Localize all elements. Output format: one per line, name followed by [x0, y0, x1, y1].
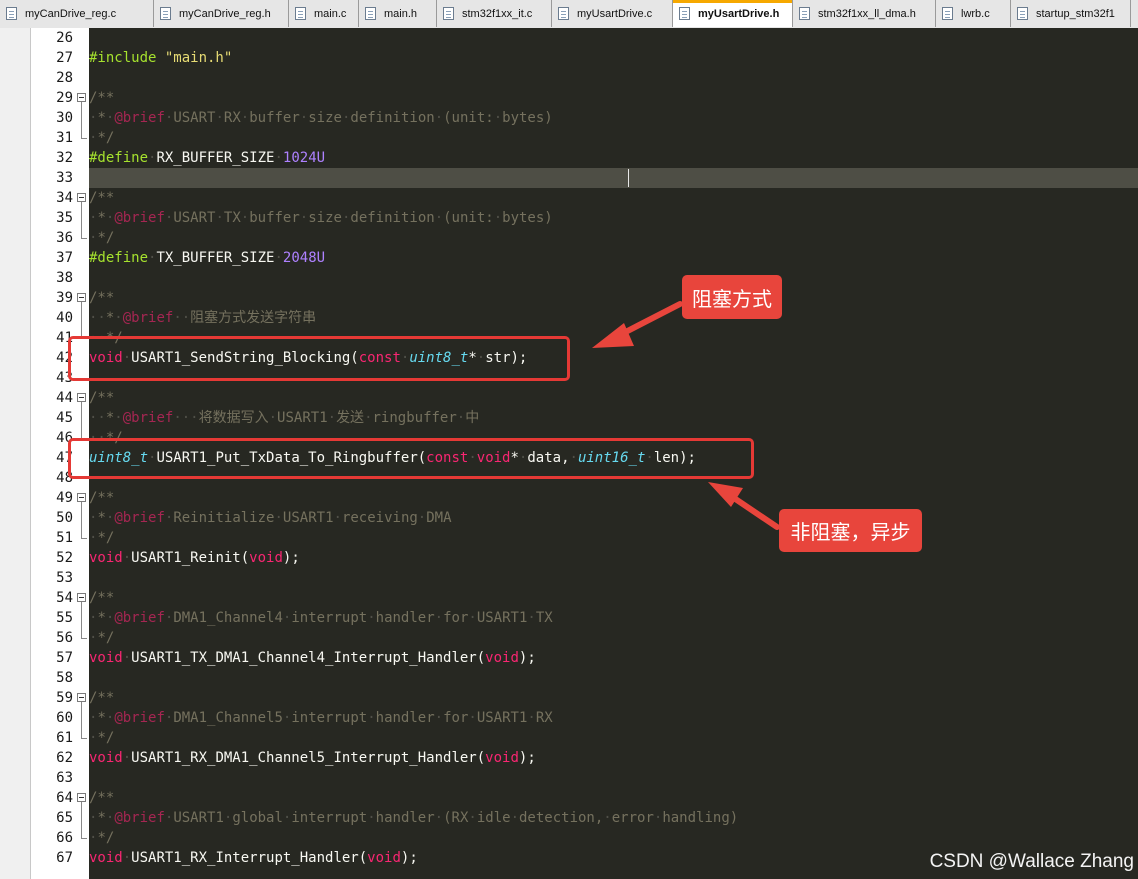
- watermark: CSDN @Wallace Zhang: [929, 851, 1134, 872]
- annotation-arrows: [592, 301, 780, 530]
- blocking-arrow: [592, 301, 683, 348]
- nonblocking-arrow: [708, 482, 780, 530]
